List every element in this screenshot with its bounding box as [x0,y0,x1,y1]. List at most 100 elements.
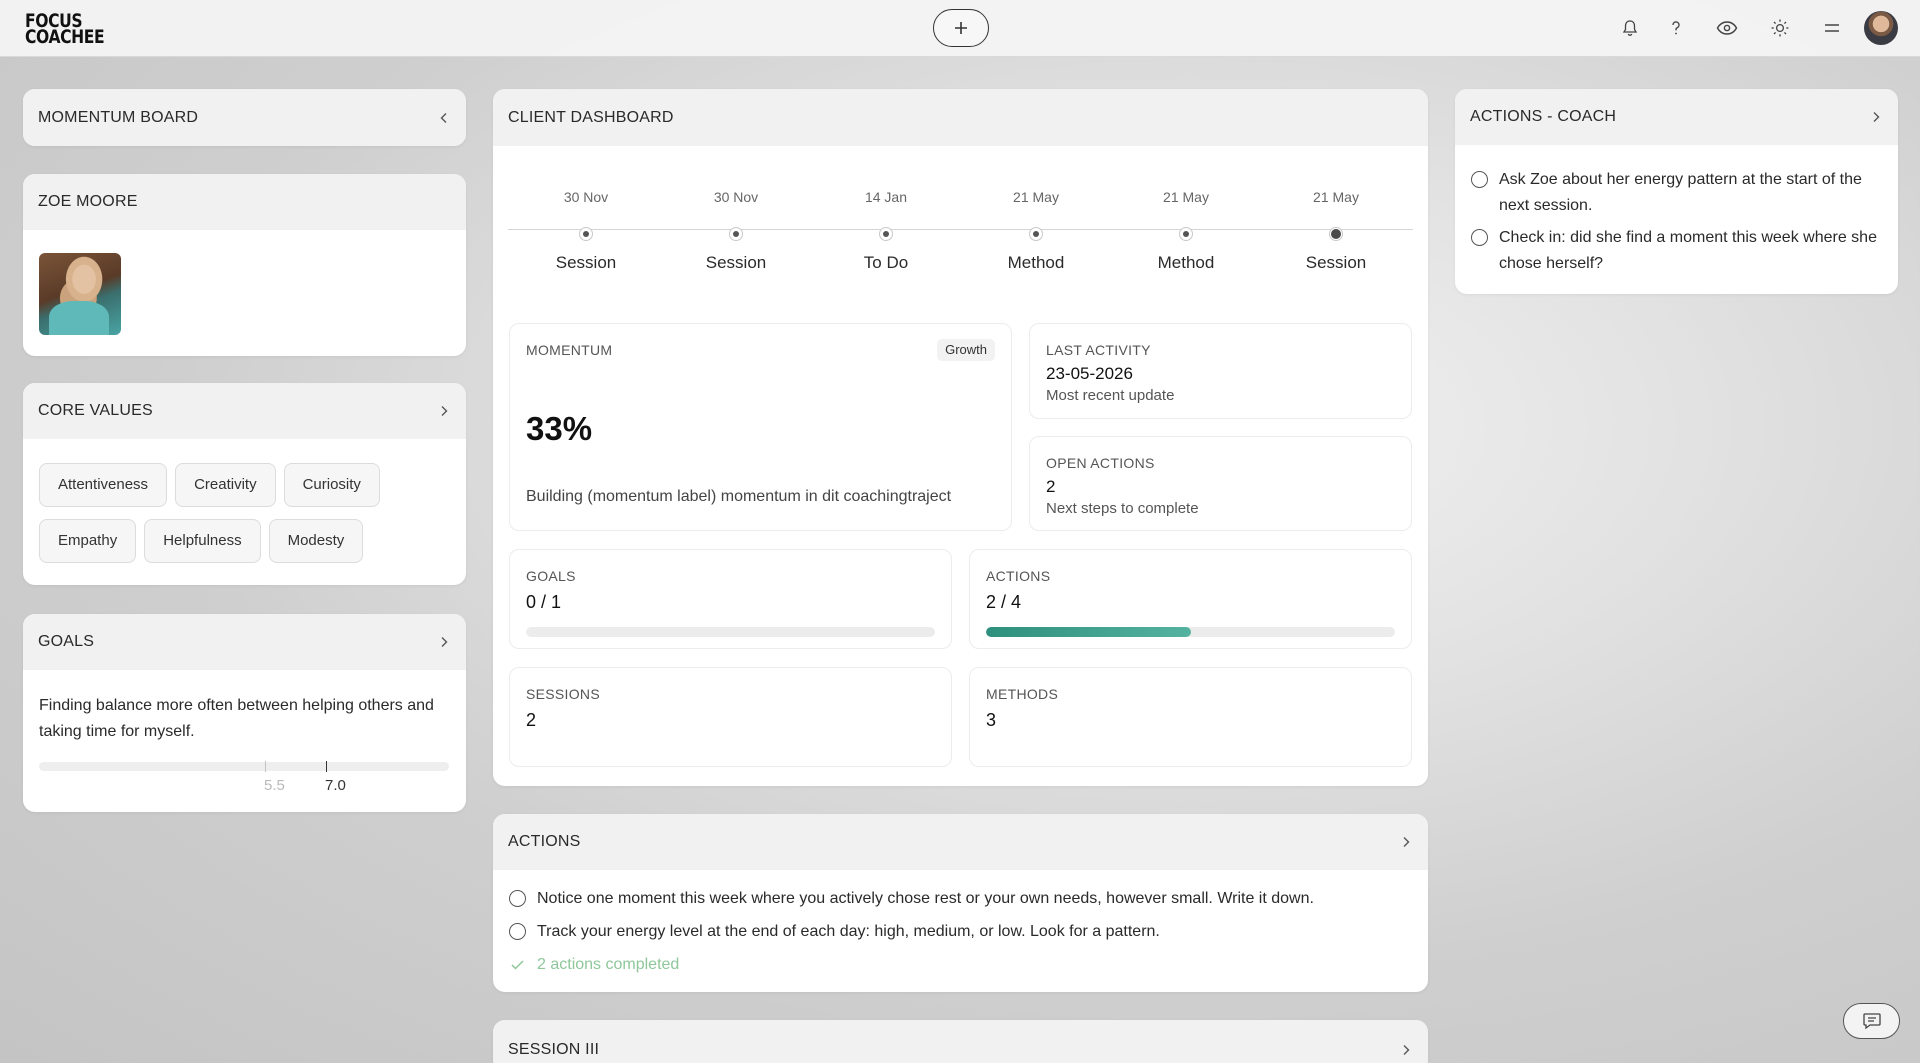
eye-icon [1716,21,1738,35]
timeline-item[interactable]: 21 May Session [1276,189,1396,273]
timeline-item[interactable]: 30 Nov Session [676,189,796,273]
goals-stat-label: GOALS [526,568,576,584]
bell-icon [1622,20,1638,36]
momentum-board-header[interactable]: MOMENTUM BOARD [23,89,466,146]
client-photo [39,253,121,335]
core-values-header[interactable]: CORE VALUES [23,383,466,439]
theme-toggle-button[interactable] [1768,16,1792,40]
last-activity-value: 23-05-2026 [1046,364,1133,383]
momentum-board-card: MOMENTUM BOARD [23,89,466,146]
timeline-item[interactable]: 21 May Method [976,189,1096,273]
timeline-dot-current [1329,227,1343,241]
timeline-item[interactable]: 21 May Method [1126,189,1246,273]
activity-timeline: 30 Nov Session 30 Nov Session 14 Jan To … [508,89,1413,272]
timeline-label: Session [1305,253,1367,272]
chevron-right-icon[interactable] [1399,1043,1413,1057]
coach-action-item[interactable]: Check in: did she find a moment this wee… [1471,225,1886,277]
goals-title: GOALS [38,633,95,650]
value-chip[interactable]: Curiosity [283,463,380,507]
timeline-label: Method [1157,253,1215,272]
momentum-description: Building (momentum label) momentum in di… [526,488,952,505]
client-card: ZOE MOORE [23,174,466,356]
coach-actions-header[interactable]: ACTIONS - COACH [1455,89,1898,145]
coach-actions-list: Ask Zoe about her energy pattern at the … [1471,167,1886,277]
value-chip[interactable]: Modesty [268,519,364,563]
methods-stat: METHODS 3 [969,667,1412,767]
core-values-title: CORE VALUES [38,402,153,419]
sessions-stat: SESSIONS 2 [509,667,952,767]
momentum-badge: Growth [937,339,995,361]
chevron-right-icon[interactable] [437,635,451,649]
actions-header[interactable]: ACTIONS [493,814,1428,870]
timeline-label: Session [555,253,617,272]
chat-icon [1862,1013,1881,1030]
help-button[interactable] [1664,16,1688,40]
actions-stat: ACTIONS 2 / 4 [969,549,1412,649]
sessions-stat-value: 2 [526,710,537,730]
user-avatar[interactable] [1864,11,1898,45]
timeline-date: 14 Jan [864,189,908,205]
menu-button[interactable] [1820,16,1844,40]
timeline-item[interactable]: 14 Jan To Do [826,189,946,273]
actions-stat-value: 2 / 4 [986,592,1022,612]
goal-text: Finding balance more often between helpi… [39,697,434,740]
chat-button[interactable] [1843,1003,1900,1039]
chevron-right-icon[interactable] [1869,110,1883,124]
client-dashboard-card: CLIENT DASHBOARD 30 Nov Session 30 Nov S… [493,89,1428,786]
sun-icon [1771,19,1789,37]
timeline-label: To Do [863,253,909,272]
focus-coachee-logo[interactable]: FOCUS COACHEE [25,12,105,48]
core-values-card: CORE VALUES Attentiveness Creativity Curio… [23,383,466,585]
core-values-list: Attentiveness Creativity Curiosity Empathy… [23,439,466,575]
preview-button[interactable] [1715,16,1739,40]
coach-action-checkbox[interactable] [1471,229,1488,246]
previous-score-label: 5.5 [264,777,285,794]
goals-stat: GOALS 0 / 1 [509,549,952,649]
timeline-item[interactable]: 30 Nov Session [526,189,646,273]
timeline-dot [1029,227,1043,241]
timeline-dot [579,227,593,241]
chevron-right-icon[interactable] [437,404,451,418]
timeline-date: 21 May [1163,189,1209,205]
notifications-button[interactable] [1618,16,1642,40]
coach-action-text: Ask Zoe about her energy pattern at the … [1499,171,1862,214]
value-chip[interactable]: Creativity [175,463,276,507]
chevron-left-icon[interactable] [437,111,451,125]
session-header[interactable]: SESSION III [493,1020,1428,1063]
timeline-date: 30 Nov [563,189,609,205]
open-actions-sub: Next steps to complete [1046,500,1199,517]
add-button[interactable] [933,9,989,47]
menu-icon [1825,24,1839,32]
value-chip[interactable]: Attentiveness [39,463,168,507]
goals-card: GOALS Finding balance more often between… [23,614,466,812]
action-checkbox[interactable] [509,923,526,940]
plus-icon [955,22,967,34]
open-actions-value: 2 [1046,477,1056,496]
check-icon [511,960,524,970]
action-item[interactable]: Track your energy level at the end of ea… [509,919,1409,945]
logo-line-2: COACHEE [25,26,105,48]
last-activity-label: LAST ACTIVITY [1046,342,1151,358]
action-checkbox[interactable] [509,890,526,907]
value-chip[interactable]: Empathy [39,519,137,563]
open-actions-label: OPEN ACTIONS [1046,455,1155,471]
actions-list: Notice one moment this week where you ac… [509,886,1409,978]
coach-action-checkbox[interactable] [1471,171,1488,188]
client-header: ZOE MOORE [23,174,466,230]
coach-action-item[interactable]: Ask Zoe about her energy pattern at the … [1471,167,1886,219]
value-chip[interactable]: Helpfulness [144,519,261,563]
completed-actions-toggle[interactable]: 2 actions completed [509,952,1409,978]
sessions-stat-label: SESSIONS [526,686,600,702]
session-title: SESSION III [508,1041,600,1058]
goals-header[interactable]: GOALS [23,614,466,670]
chevron-right-icon[interactable] [1399,835,1413,849]
open-actions-stat: OPEN ACTIONS 2 Next steps to complete [1029,436,1412,531]
coach-action-text: Check in: did she find a moment this wee… [1499,229,1877,272]
goal-score-track[interactable] [39,762,449,771]
momentum-stat: MOMENTUM Growth 33% Building (momentum l… [509,323,1012,531]
previous-score-marker [265,761,266,772]
methods-stat-label: METHODS [986,686,1059,702]
goals-progress-bar [526,627,935,637]
actions-card: ACTIONS Notice one moment this week wher… [493,814,1428,992]
action-item[interactable]: Notice one moment this week where you ac… [509,886,1409,912]
